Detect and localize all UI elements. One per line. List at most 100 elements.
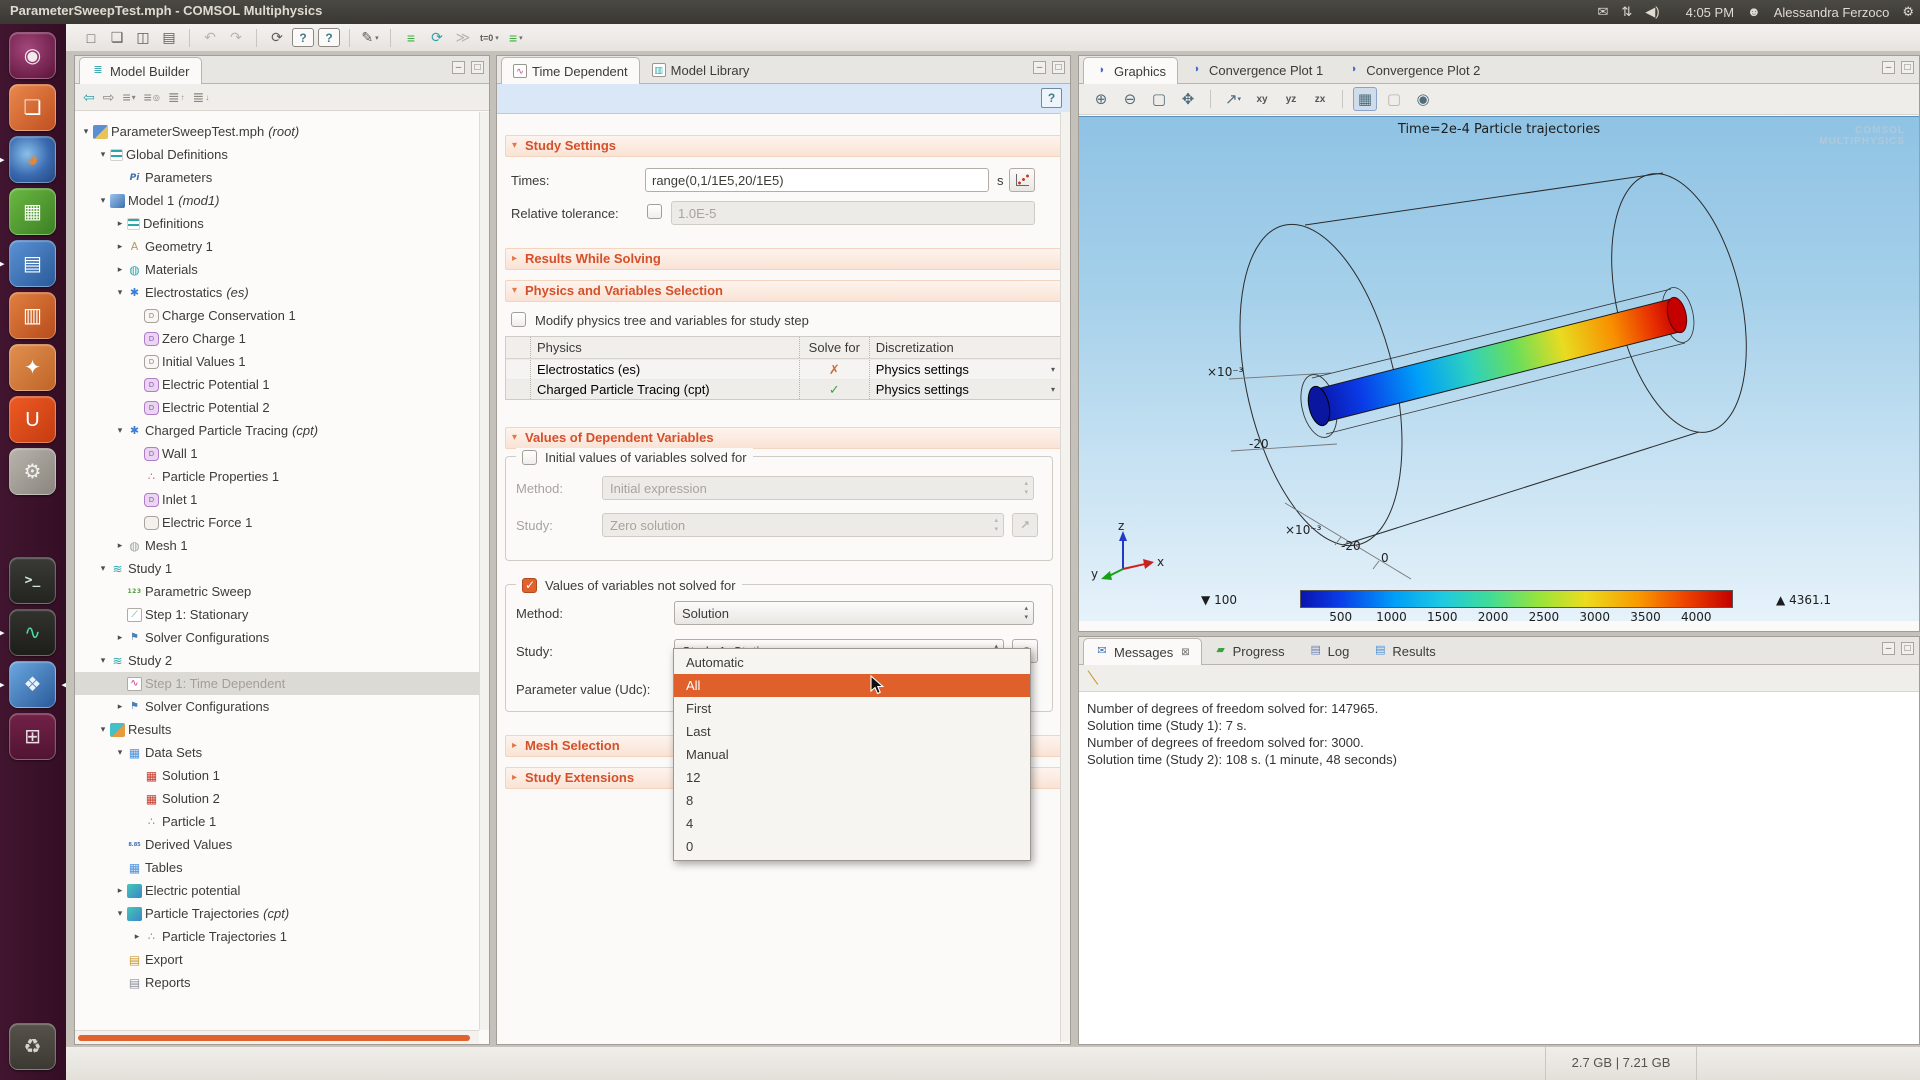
launcher-item-libreoffice-writer[interactable]: ▸▤	[0, 240, 66, 287]
tree-expand-arrow[interactable]: ▸	[130, 931, 144, 942]
tree-collapse-arrow[interactable]: ▾	[96, 655, 110, 666]
launcher-item-software-center[interactable]: ✦	[0, 344, 66, 391]
tree-item-study-1[interactable]: ▾Study 1	[75, 557, 479, 580]
view-zx-button[interactable]: zx	[1308, 87, 1332, 111]
user-menu[interactable]: Alessandra Ferzoco	[1774, 5, 1890, 20]
snapshot-button[interactable]: ◉	[1411, 87, 1435, 111]
tree-collapse-arrow[interactable]: ▾	[113, 425, 127, 436]
solve-for-cell[interactable]: ✓	[799, 380, 869, 399]
tree-item-electric-potential-2[interactable]: Electric Potential 2	[75, 396, 479, 419]
tree-item-model-1[interactable]: ▾Model 1(mod1)	[75, 189, 479, 212]
tree-item-derived-values[interactable]: Derived Values	[75, 833, 479, 856]
dropdown-option-first[interactable]: First	[674, 697, 1030, 720]
discretization-cell[interactable]: Physics settings▾	[869, 380, 1060, 399]
launcher-item-files[interactable]: ❏	[0, 84, 66, 131]
maximize-button[interactable]: □	[1901, 61, 1914, 74]
help-icon[interactable]: ?	[1041, 88, 1062, 108]
tree-item-results[interactable]: ▾Results	[75, 718, 479, 741]
collapse-all-button[interactable]: ≡▾	[122, 89, 135, 105]
tree-vertical-scrollbar[interactable]	[479, 112, 489, 1030]
times-input[interactable]	[645, 168, 989, 192]
launcher-item-system-monitor[interactable]: ▸∿	[0, 609, 66, 656]
maximize-button[interactable]: □	[1052, 61, 1065, 74]
zoom-extents-button[interactable]: ✥	[1176, 87, 1200, 111]
dropdown-option-12[interactable]: 12	[674, 766, 1030, 789]
tree-item-charge-conservation-1[interactable]: Charge Conservation 1	[75, 304, 479, 327]
show-options-button[interactable]: ≡◎	[144, 89, 160, 105]
tree-item-charged-particle-tracing[interactable]: ▾Charged Particle Tracing(cpt)	[75, 419, 479, 442]
tree-item-particle-1[interactable]: Particle 1	[75, 810, 479, 833]
tree-item-tables[interactable]: Tables	[75, 856, 479, 879]
tree-item-parametersweeptest-mph[interactable]: ▾ParameterSweepTest.mph(root)	[75, 120, 479, 143]
back-button[interactable]: ⇦	[83, 89, 95, 106]
tree-collapse-arrow[interactable]: ▾	[79, 126, 93, 137]
tree-collapse-arrow[interactable]: ▾	[96, 195, 110, 206]
global-definitions-button[interactable]: ≡	[400, 27, 422, 49]
open-file-button[interactable]: ❏	[106, 27, 128, 49]
physics-row-charged-particle-tracing-cpt[interactable]: Charged Particle Tracing (cpt)✓Physics s…	[506, 379, 1060, 399]
tree-item-step-1-stationary[interactable]: Step 1: Stationary	[75, 603, 479, 626]
scrollbar-thumb[interactable]	[78, 1035, 470, 1041]
tree-item-particle-properties-1[interactable]: Particle Properties 1	[75, 465, 479, 488]
tree-item-materials[interactable]: ▸Materials	[75, 258, 479, 281]
tree-collapse-arrow[interactable]: ▾	[96, 149, 110, 160]
tree-expand-arrow[interactable]: ▸	[113, 701, 127, 712]
tab-messages[interactable]: ✉Messages⊠	[1083, 638, 1202, 665]
tree-item-zero-charge-1[interactable]: Zero Charge 1	[75, 327, 479, 350]
launcher-item-dash-home[interactable]: ◉	[0, 32, 66, 79]
zoom-out-button[interactable]: ⊖	[1118, 87, 1142, 111]
tree-item-geometry-1[interactable]: ▸Geometry 1	[75, 235, 479, 258]
clock[interactable]: 4:05 PM	[1686, 5, 1734, 20]
redo-button[interactable]: ↷	[225, 27, 247, 49]
mail-icon[interactable]: ✉	[1597, 4, 1608, 19]
tree-item-initial-values-1[interactable]: Initial Values 1	[75, 350, 479, 373]
tab-results[interactable]: ▤Results	[1361, 637, 1447, 664]
tree-expand-arrow[interactable]: ▸	[113, 885, 127, 896]
tree-item-global-definitions[interactable]: ▾Global Definitions	[75, 143, 479, 166]
range-button[interactable]	[1009, 168, 1035, 192]
help-button[interactable]: ?	[292, 28, 314, 47]
dropdown-option-automatic[interactable]: Automatic	[674, 651, 1030, 674]
settings-vertical-scrollbar[interactable]	[1060, 112, 1070, 1042]
tree-item-electric-potential[interactable]: ▸Electric potential	[75, 879, 479, 902]
tree-item-solution-1[interactable]: Solution 1	[75, 764, 479, 787]
tree-item-mesh-1[interactable]: ▸Mesh 1	[75, 534, 479, 557]
launcher-item-libreoffice-impress[interactable]: ▥	[0, 292, 66, 339]
tab-time-dependent[interactable]: ∿Time Dependent	[501, 57, 640, 84]
reltol-checkbox[interactable]	[647, 204, 662, 219]
update-current-button[interactable]: ⟳	[426, 27, 448, 49]
default-3d-view-button[interactable]: ↗▾	[1221, 87, 1245, 111]
launcher-item-trash[interactable]: ♻	[0, 1023, 66, 1070]
minimize-button[interactable]: –	[1882, 61, 1895, 74]
tree-item-step-1-time-dependent[interactable]: Step 1: Time Dependent	[75, 672, 479, 695]
dropdown-option-8[interactable]: 8	[674, 789, 1030, 812]
discretization-cell[interactable]: Physics settings▾	[869, 360, 1060, 379]
tree-expand-arrow[interactable]: ▸	[113, 241, 127, 252]
variables-menu-button[interactable]: ≡▾	[505, 27, 527, 49]
tree-item-export[interactable]: Export	[75, 948, 479, 971]
row-selector[interactable]	[506, 380, 530, 399]
launcher-item-ubuntu-one[interactable]: U	[0, 396, 66, 443]
tree-item-solver-configurations[interactable]: ▸Solver Configurations	[75, 626, 479, 649]
tree-item-study-2[interactable]: ▾Study 2	[75, 649, 479, 672]
section-results-while-solving[interactable]: Results While Solving	[505, 248, 1061, 270]
tree-item-particle-trajectories[interactable]: ▾Particle Trajectories(cpt)	[75, 902, 479, 925]
launcher-item-terminal[interactable]: >_	[0, 557, 66, 604]
tree-item-definitions[interactable]: ▸Definitions	[75, 212, 479, 235]
dropdown-option-4[interactable]: 4	[674, 812, 1030, 835]
tree-collapse-arrow[interactable]: ▾	[96, 724, 110, 735]
dropdown-option-manual[interactable]: Manual	[674, 743, 1030, 766]
tab-model-builder[interactable]: ≣ Model Builder	[79, 57, 202, 84]
row-selector[interactable]	[506, 360, 530, 379]
transparency-button[interactable]: ▦	[1353, 87, 1377, 111]
tab-log[interactable]: ▤Log	[1297, 637, 1362, 664]
tree-collapse-arrow[interactable]: ▾	[113, 747, 127, 758]
tree-item-particle-trajectories-1[interactable]: ▸Particle Trajectories 1	[75, 925, 479, 948]
view-yz-button[interactable]: yz	[1279, 87, 1303, 111]
save-file-button[interactable]: ◫	[132, 27, 154, 49]
tree-item-electrostatics[interactable]: ▾Electrostatics(es)	[75, 281, 479, 304]
solve-for-cell[interactable]: ✗	[799, 360, 869, 379]
close-tab-icon[interactable]: ⊠	[1181, 647, 1189, 658]
forward-button[interactable]: ⇨	[103, 89, 115, 106]
tree-item-reports[interactable]: Reports	[75, 971, 479, 994]
